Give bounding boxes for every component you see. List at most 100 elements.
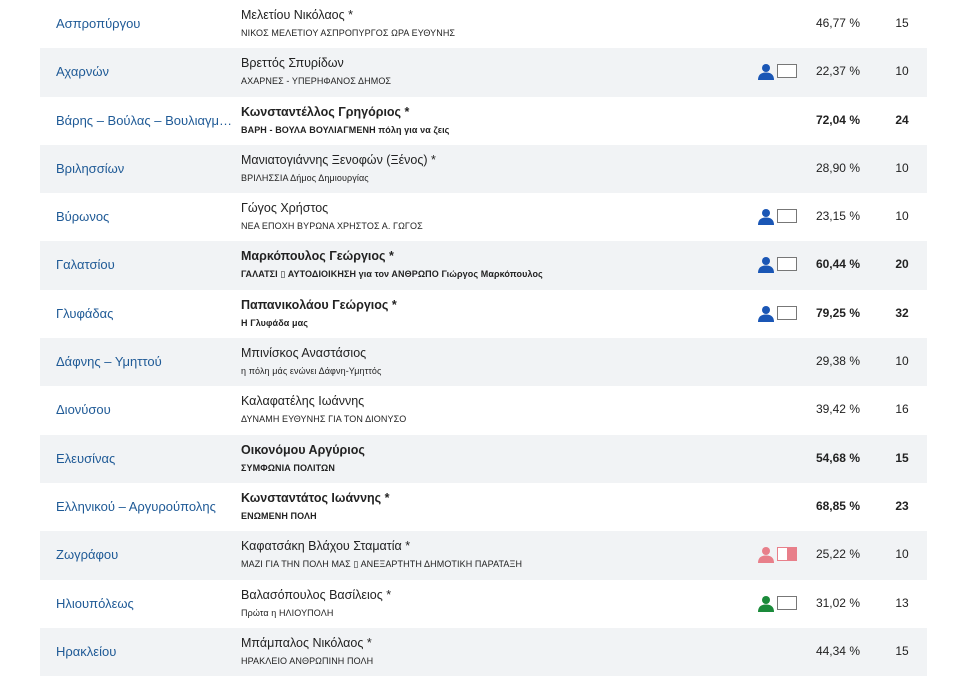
seats-count: 10 (895, 547, 909, 562)
person-icon (758, 547, 774, 564)
party-affiliation-badge[interactable] (757, 256, 801, 274)
municipality-link[interactable]: Δάφνης – Υμηττού (56, 354, 162, 369)
vote-percentage: 39,42 % (815, 402, 860, 417)
combination-name: ΑΧΑΡΝΕΣ - ΥΠΕΡΗΦΑΝΟΣ ΔΗΜΟΣ (241, 76, 392, 87)
candidate-name: Οικονόμου Αργύριος (241, 442, 365, 457)
combination-name: ΒΡΙΛΗΣΣΙΑ Δήμος Δημιουργίας (241, 172, 369, 183)
candidate-name: Γώγος Χρήστος (241, 201, 329, 216)
table-row: Ηλιουπόλεως Βαλασόπουλος Βασίλειος * Πρώτα… (40, 580, 927, 628)
municipality-link[interactable]: Ελευσίνας (56, 451, 115, 466)
candidate-name: Μανιατογιάννης Ξενοφών (Ξένος) * (241, 152, 436, 167)
vote-percentage: 22,37 % (815, 64, 860, 79)
party-affiliation-badge[interactable] (757, 595, 801, 613)
party-affiliation-badge[interactable] (757, 305, 801, 323)
seats-count: 10 (895, 354, 909, 369)
table-row: Διονύσου Καλαφατέλης Ιωάννης ΔΥΝΑΜΗ ΕΥΘΥΝΗ… (40, 386, 927, 434)
candidate-name: Μελετίου Νικόλαος * (241, 8, 353, 22)
person-icon (758, 64, 774, 81)
combination-name: ΔΥΝΑΜΗ ΕΥΘΥΝΗΣ ΓΙΑ ΤΟΝ ΔΙΟΝΥΣΟ (241, 414, 407, 425)
candidate-name: Μπάμπαλος Νικόλαος * (241, 635, 372, 650)
table-row: Ασπροπύργου Μελετίου Νικόλαος * ΝΙΚΟΣ ΜΕΛΕ… (40, 0, 927, 48)
seats-count: 10 (895, 160, 909, 175)
municipality-link[interactable]: Ηλιουπόλεως (56, 596, 134, 611)
seats-count: 15 (895, 16, 909, 30)
seats-count: 23 (895, 498, 909, 513)
party-color-box (777, 547, 797, 562)
municipality-link[interactable]: Βύρωνος (56, 209, 109, 224)
vote-percentage: 44,34 % (815, 643, 860, 658)
combination-name: ΕΝΩΜΕΝΗ ΠΟΛΗ (241, 510, 317, 521)
municipality-link[interactable]: Βριλησσίων (56, 161, 124, 176)
seats-count: 15 (895, 450, 909, 465)
municipality-link[interactable]: Βάρης – Βούλας – Βουλιαγμένης (56, 113, 236, 128)
person-icon (758, 305, 774, 322)
municipality-link[interactable]: Ελληνικού – Αργυρούπολης (56, 499, 216, 514)
municipality-link[interactable]: Ηρακλείου (56, 644, 116, 659)
table-row: Δάφνης – Υμηττού Μπινίσκος Αναστάσιος η πό… (40, 338, 927, 387)
seats-count: 10 (895, 64, 909, 79)
person-icon (758, 209, 774, 226)
table-row: Βύρωνος Γώγος Χρήστος ΝΕΑ ΕΠΟΧΗ ΒΥΡΩΝΑ ΧΡΗ… (40, 193, 927, 241)
municipality-link[interactable]: Γλυφάδας (56, 306, 113, 321)
party-affiliation-badge[interactable] (757, 63, 801, 81)
candidate-name: Βαλασόπουλος Βασίλειος * (241, 587, 392, 602)
vote-percentage: 54,68 % (815, 450, 860, 465)
table-row: Ελευσίνας Οικονόμου Αργύριος ΣΥΜΦΩΝΙΑ ΠΟΛΙ… (40, 434, 927, 483)
table-row: Βάρης – Βούλας – Βουλιαγμένης Κωνσταντέλλ… (40, 97, 927, 145)
party-color-box (777, 595, 797, 610)
combination-name: ΒΑΡΗ - ΒΟΥΛΑ ΒΟΥΛΙΑΓΜΕΝΗ πόλη για να ζει… (241, 124, 450, 135)
party-color-fill (787, 548, 796, 561)
party-affiliation-badge[interactable] (757, 208, 801, 226)
candidate-name: Καφατσάκη Βλάχου Σταματία * (241, 539, 411, 554)
vote-percentage: 79,25 % (815, 305, 860, 320)
seats-count: 15 (895, 643, 909, 658)
candidate-name: Μπινίσκος Αναστάσιος (241, 346, 367, 361)
party-color-box (777, 209, 797, 224)
party-color-box (777, 257, 797, 272)
seats-count: 32 (895, 305, 909, 320)
combination-name: ΝΕΑ ΕΠΟΧΗ ΒΥΡΩΝΑ ΧΡΗΣΤΟΣ Α. ΓΩΓΟΣ (241, 221, 423, 232)
combination-name: ΜΑΖΙ ΓΙΑ ΤΗΝ ΠΟΛΗ ΜΑΣ ▯ ΑΝΕΞΑΡΤΗΤΗ ΔΗΜΟΤ… (241, 559, 523, 570)
combination-name: Πρώτα η ΗΛΙΟΥΠΟΛΗ (241, 607, 334, 618)
municipality-link[interactable]: Αχαρνών (56, 64, 109, 79)
table-row: Ζωγράφου Καφατσάκη Βλάχου Σταματία * ΜΑΖΙ … (40, 531, 927, 580)
table-row: Βριλησσίων Μανιατογιάννης Ξενοφών (Ξένος)… (40, 144, 927, 194)
vote-percentage: 29,38 % (815, 354, 860, 369)
municipality-link[interactable]: Γαλατσίου (56, 257, 115, 272)
candidate-name: Μαρκόπουλος Γεώργιος * (241, 249, 394, 264)
combination-name: Η Γλυφάδα μας (241, 317, 308, 328)
vote-percentage: 28,90 % (815, 160, 860, 175)
party-color-box (777, 305, 797, 320)
table-row: Αχαρνών Βρεττός Σπυρίδων ΑΧΑΡΝΕΣ - ΥΠΕΡΗΦΑ… (40, 48, 927, 97)
vote-percentage: 68,85 % (815, 498, 860, 513)
seats-count: 13 (895, 595, 909, 610)
candidate-name: Παπανικολάου Γεώργιος * (241, 297, 397, 312)
vote-percentage: 25,22 % (815, 547, 860, 562)
seats-count: 16 (895, 402, 909, 417)
party-affiliation-badge[interactable] (757, 546, 801, 564)
vote-percentage: 46,77 % (815, 16, 860, 30)
combination-name: ΣΥΜΦΩΝΙΑ ΠΟΛΙΤΩΝ (241, 462, 335, 473)
combination-name: η πόλη μάς ενώνει Δάφνη-Υμηττός (241, 366, 382, 377)
vote-percentage: 60,44 % (815, 257, 860, 272)
vote-percentage: 31,02 % (815, 595, 860, 610)
municipality-link[interactable]: Ασπροπύργου (56, 16, 140, 31)
vote-percentage: 23,15 % (815, 209, 860, 224)
table-row: Ελληνικού – Αργυρούπολης Κωνσταντάτος Ιωά… (40, 483, 927, 531)
results-table: Ασπροπύργου Μελετίου Νικόλαος * ΝΙΚΟΣ ΜΕΛΕ… (40, 0, 927, 676)
combination-name: ΓΑΛΑΤΣΙ ▯ ΑΥΤΟΔΙΟΙΚΗΣΗ για τον ΑΝΘΡΩΠΟ Γ… (241, 269, 543, 280)
table-row: Γαλατσίου Μαρκόπουλος Γεώργιος * ΓΑΛΑΤΣΙ ▯… (40, 241, 927, 290)
combination-name: ΗΡΑΚΛΕΙΟ ΑΝΘΡΩΠΙΝΗ ΠΟΛΗ (241, 655, 374, 666)
person-icon (758, 595, 774, 612)
municipality-link[interactable]: Διονύσου (56, 402, 111, 417)
candidate-name: Καλαφατέλης Ιωάννης (241, 394, 365, 409)
seats-count: 20 (895, 257, 909, 272)
table-row: Γλυφάδας Παπανικολάου Γεώργιος * Η Γλυφάδα… (40, 290, 927, 338)
candidate-name: Βρεττός Σπυρίδων (241, 56, 344, 71)
seats-count: 24 (895, 112, 909, 127)
party-color-box (777, 64, 797, 79)
municipality-link[interactable]: Ζωγράφου (56, 547, 118, 562)
vote-percentage: 72,04 % (815, 112, 860, 127)
combination-name: ΝΙΚΟΣ ΜΕΛΕΤΙΟΥ ΑΣΠΡΟΠΥΡΓΟΣ ΩΡΑ ΕΥΘΥΝΗΣ (241, 28, 456, 38)
candidate-name: Κωνσταντέλλος Γρηγόριος * (241, 104, 410, 119)
